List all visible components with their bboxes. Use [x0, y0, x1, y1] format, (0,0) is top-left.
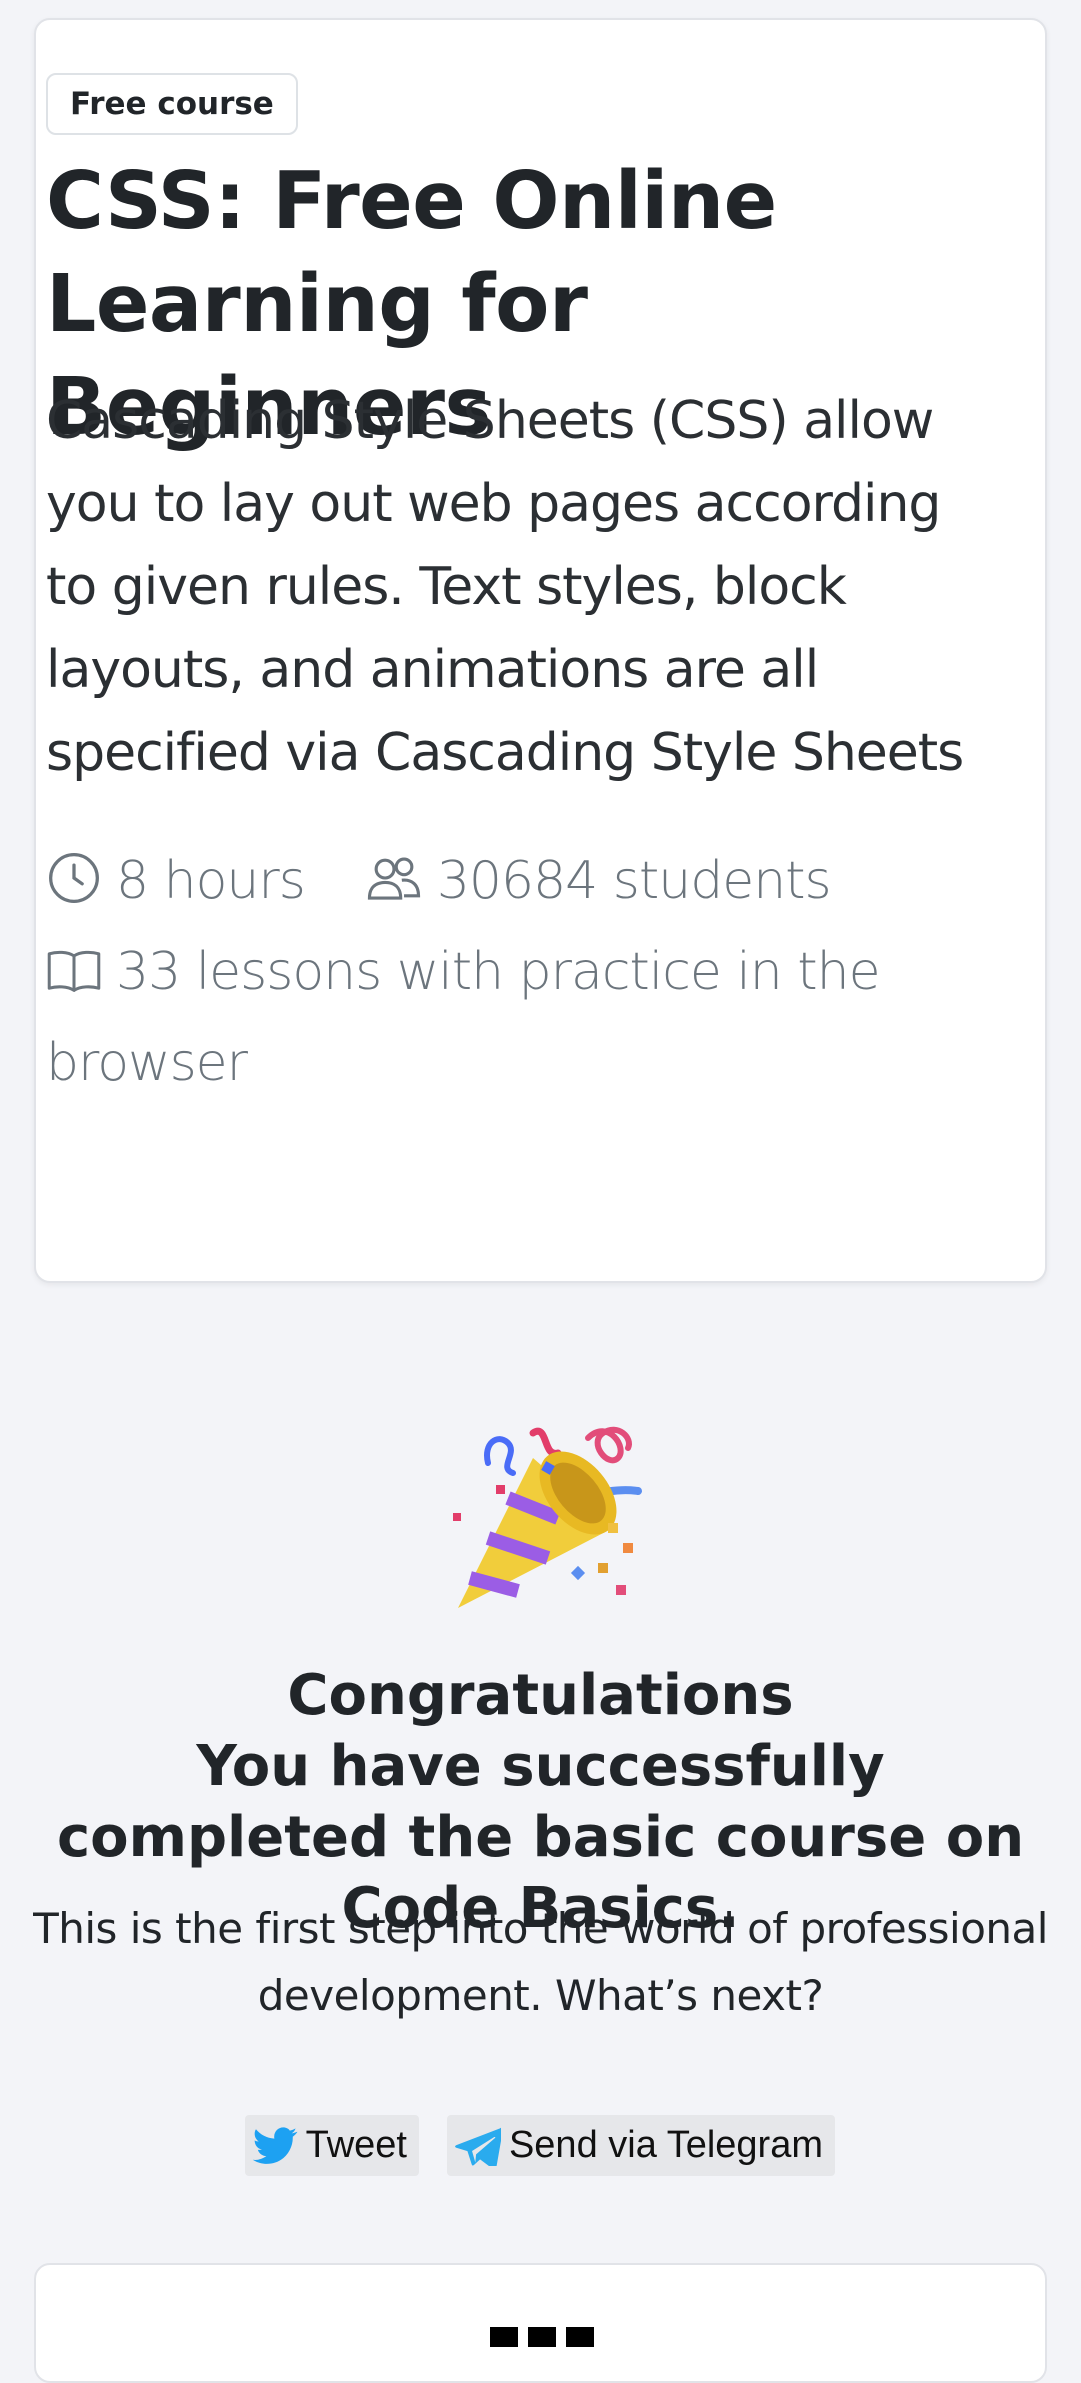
next-section-card [34, 2263, 1047, 2383]
telegram-icon [455, 2127, 501, 2166]
course-meta: 8 hours 30684 students 33 lessons with p… [46, 840, 986, 1105]
twitter-icon [253, 2126, 298, 2164]
course-duration: 8 hours [116, 851, 306, 911]
next-step-text: This is the first step into the world of… [33, 1904, 1048, 2020]
next-section-logo [490, 2327, 594, 2347]
course-students: 30684 students [436, 851, 832, 911]
book-icon [46, 939, 102, 1022]
free-course-badge: Free course [46, 73, 298, 135]
clock-icon [46, 848, 102, 931]
congratulations-title: Congratulations [287, 1663, 794, 1728]
telegram-button[interactable]: Send via Telegram [447, 2115, 835, 2176]
course-description: Cascading Style Sheets (CSS) allow you t… [46, 391, 964, 783]
party-popper-icon [438, 1413, 648, 1623]
people-icon [365, 848, 423, 931]
telegram-label: Send via Telegram [508, 2124, 823, 2166]
course-lessons: 33 lessons with practice in the browser [46, 942, 881, 1093]
tweet-button[interactable]: Tweet [245, 2115, 419, 2176]
tweet-label: Tweet [305, 2124, 407, 2166]
